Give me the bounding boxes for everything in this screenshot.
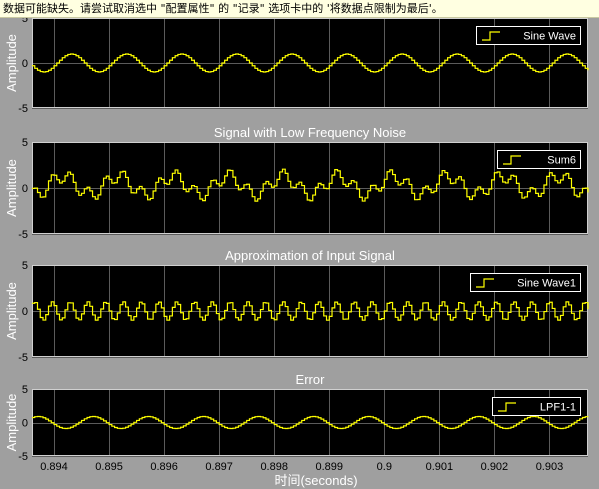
x-tick-label: 0.894: [40, 461, 68, 473]
y-tick-label: -5: [18, 451, 28, 463]
x-tick-label: 0.899: [316, 461, 344, 473]
y-tick-label: 0: [22, 183, 28, 195]
legend-label: LPF1-1: [540, 402, 576, 414]
y-axis-label: Amplitude: [4, 34, 19, 92]
legend-label: Sine Wave: [523, 31, 576, 43]
y-tick-label: -5: [18, 352, 28, 364]
x-axis-label: 时间(seconds): [274, 473, 357, 488]
x-tick-label: 0.896: [150, 461, 178, 473]
scope-panel-2: -5 0 5Amplitude Signal with Low Frequency N…: [4, 125, 589, 241]
y-axis-label: Amplitude: [4, 159, 19, 217]
scope-panel-1: -505Amplitude Sine Wave: [4, 13, 589, 115]
y-tick-label: 5: [22, 137, 28, 149]
x-tick-label: 0.898: [260, 461, 288, 473]
scope-figure: -505Amplitude Sine Wave-505AmplitudeSigna…: [4, 13, 589, 488]
legend-4: LPF1-1: [492, 397, 581, 416]
legend-label: Sum6: [547, 155, 576, 167]
legend-2: Sum6: [497, 150, 581, 169]
y-axis-label: Amplitude: [4, 282, 19, 340]
x-tick-label: 0.903: [536, 461, 564, 473]
y-axis-label: Amplitude: [4, 394, 19, 452]
data-loss-warning: 数据可能缺失。请尝试取消选中 "配置属性" 的 "记录" 选项卡中的 '将数据点…: [0, 0, 599, 18]
legend-1: Sine Wave: [476, 26, 581, 45]
legend-label: Sine Wave1: [517, 278, 576, 290]
y-tick-label: 5: [22, 260, 28, 272]
y-tick-label: -5: [18, 103, 28, 115]
panel-title: Signal with Low Frequency Noise: [214, 125, 406, 140]
legend-3: Sine Wave1: [470, 273, 581, 292]
y-tick-label: -5: [18, 229, 28, 241]
y-tick-label: 0: [22, 418, 28, 430]
x-tick-label: 0.901: [426, 461, 454, 473]
x-tick-label: 0.895: [95, 461, 123, 473]
y-tick-label: 0: [22, 306, 28, 318]
y-tick-label: 0: [22, 58, 28, 70]
y-tick-label: 5: [22, 384, 28, 396]
scope-panel-4: -5 0 5Amplitude Error LPF1-1 0.894 0.895 0.896 0…: [4, 372, 589, 488]
x-tick-label: 0.897: [205, 461, 233, 473]
panel-title: Error: [296, 372, 326, 387]
scope-panel-3: -5 0 5Amplitude Approximation of Input Sign…: [4, 248, 589, 364]
x-tick-label: 0.9: [377, 461, 392, 473]
panel-title: Approximation of Input Signal: [225, 248, 395, 263]
x-tick-label: 0.902: [481, 461, 509, 473]
